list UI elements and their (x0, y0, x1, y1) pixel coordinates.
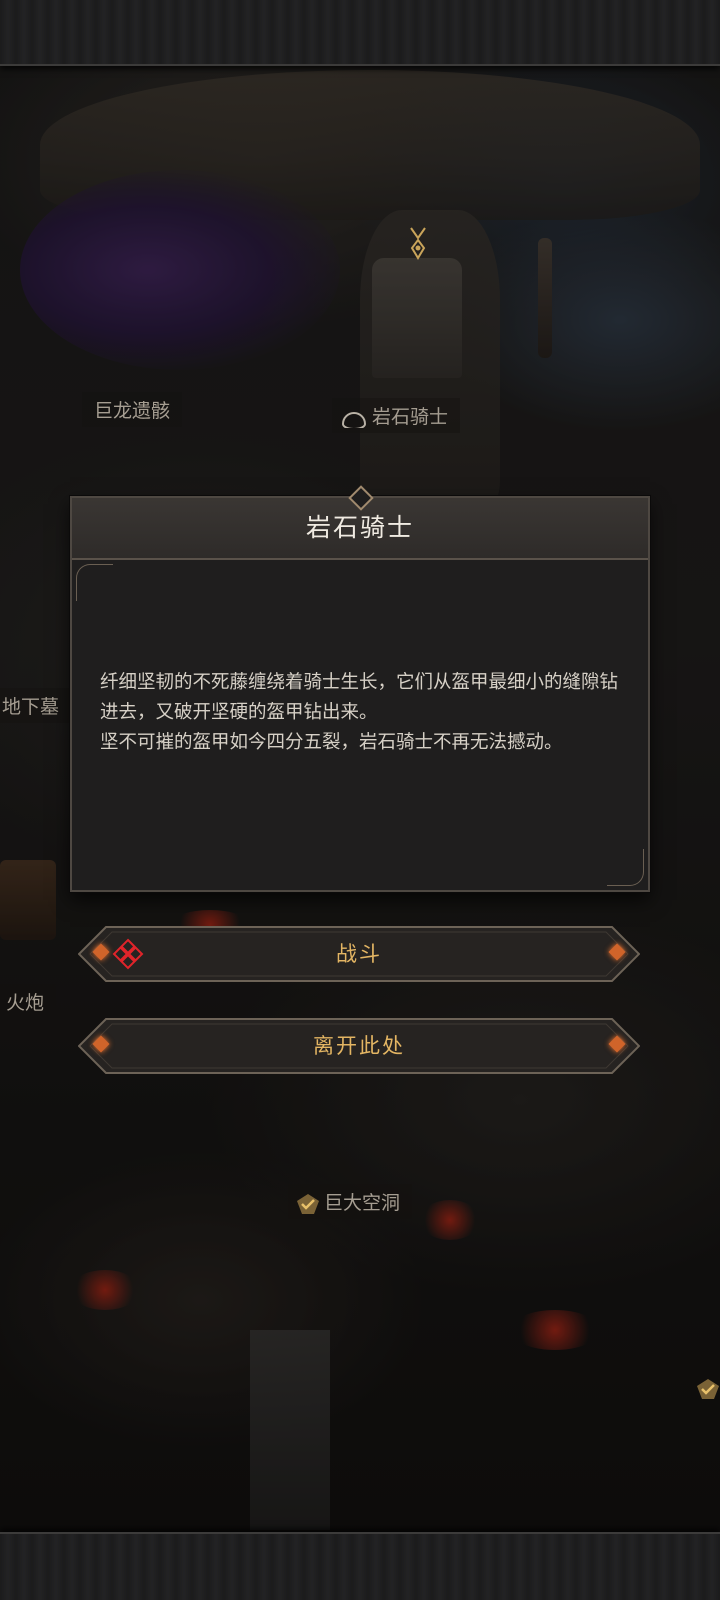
circle-marker-icon (342, 411, 366, 428)
dialog-title: 岩石骑士 (305, 513, 414, 542)
dialog-corner-ornament (607, 849, 644, 886)
map-label-text: 地下墓 (2, 696, 60, 718)
dialog-corner-ornament (76, 564, 113, 601)
map-label-great-cavern[interactable]: 巨大空洞 (288, 1184, 413, 1219)
map-label-underground-tomb[interactable]: 地下墓 (0, 688, 72, 723)
dialog-paragraph: 坚不可摧的盔甲如今四分五裂，岩石骑士不再无法撼动。 (100, 732, 563, 753)
leave-button[interactable]: 离开此处 (78, 1018, 640, 1074)
top-frame (0, 0, 720, 66)
check-icon (297, 1193, 319, 1214)
down-arrow-marker-icon (410, 227, 426, 260)
map-label-text: 岩石骑士 (372, 406, 449, 428)
fight-button[interactable]: 战斗 (78, 926, 640, 982)
fight-button-label: 战斗 (336, 942, 382, 966)
event-dialog: 岩石骑士 纤细坚韧的不死藤缠绕着骑士生长，它们从盔甲最细小的缝隙钻进去，又破开坚… (70, 485, 650, 892)
bottom-frame (0, 1532, 720, 1600)
map-label-rock-knight[interactable]: 岩石骑士 (332, 398, 461, 433)
map-label-text: 巨大空洞 (324, 1192, 401, 1214)
map-label-text: 巨龙遗骸 (94, 400, 171, 422)
map-label-text: 火炮 (6, 992, 45, 1014)
check-icon (697, 1379, 719, 1399)
map-label-dragon-remains[interactable]: 巨龙遗骸 (82, 392, 183, 427)
dialog-description: 纤细坚韧的不死藤缠绕着骑士生长，它们从盔甲最细小的缝隙钻进去，又破开坚硬的盔甲钻… (100, 668, 620, 758)
leave-button-label: 离开此处 (313, 1034, 405, 1058)
map-label-cannon[interactable]: 火炮 (0, 984, 57, 1019)
dialog-paragraph: 纤细坚韧的不死藤缠绕着骑士生长，它们从盔甲最细小的缝隙钻进去，又破开坚硬的盔甲钻… (100, 672, 619, 723)
